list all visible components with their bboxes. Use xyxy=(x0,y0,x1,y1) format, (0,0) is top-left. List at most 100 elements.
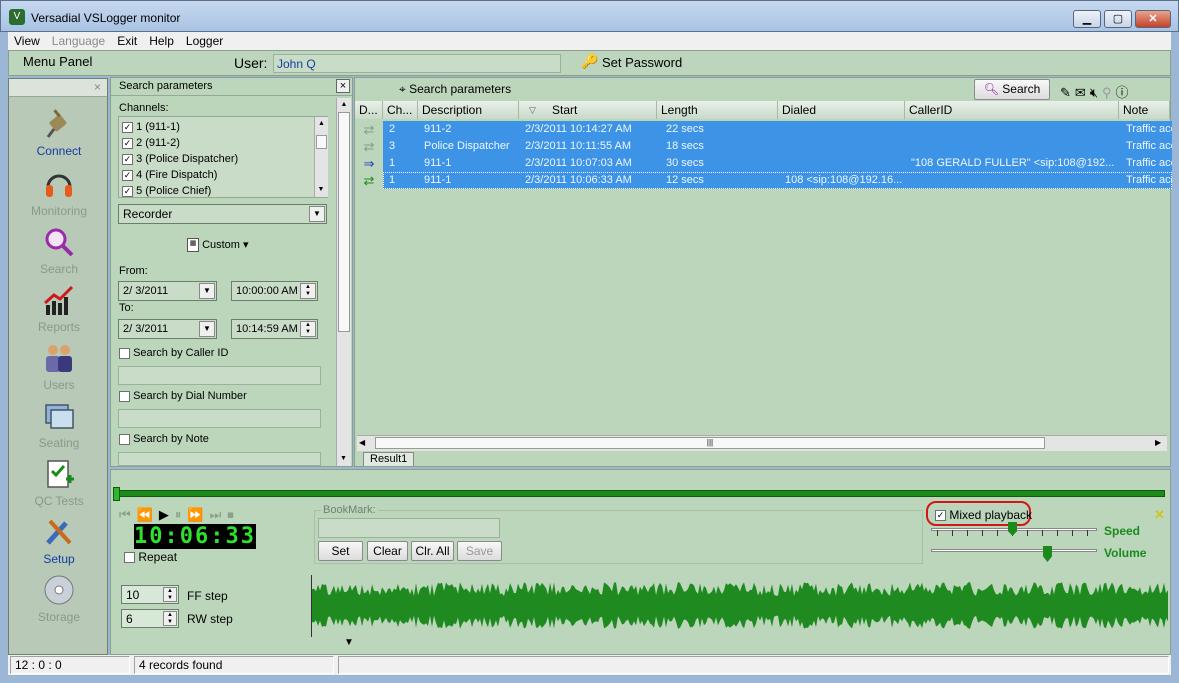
edit-icon[interactable]: ✎ xyxy=(1060,85,1075,100)
nav-reports[interactable]: Reports xyxy=(9,281,109,339)
menu-language[interactable]: Language xyxy=(46,32,111,50)
scroll-thumb[interactable] xyxy=(338,112,350,332)
col-description[interactable]: Description xyxy=(418,101,519,119)
position-thumb[interactable] xyxy=(113,487,120,501)
clear-all-bookmarks-button[interactable]: Clr. All xyxy=(411,541,454,561)
expand-icon[interactable]: ✕ xyxy=(1154,507,1165,523)
search-panel-scrollbar[interactable]: ▲ ▼ xyxy=(336,98,351,466)
save-bookmark-button[interactable]: Save xyxy=(457,541,502,561)
mixed-playback-option[interactable]: ✓ Mixed playback xyxy=(935,508,1032,522)
nav-users[interactable]: Users xyxy=(9,339,109,397)
clear-bookmark-button[interactable]: Clear xyxy=(367,541,408,561)
caller-checkbox[interactable] xyxy=(119,347,130,359)
to-time-field[interactable]: 10:14:59 AM ▲ ▼ xyxy=(231,319,318,339)
bookmark-input[interactable] xyxy=(318,518,500,538)
ff-step-field[interactable]: 10 ▲ ▼ xyxy=(121,585,179,604)
mixed-playback-checkbox[interactable]: ✓ xyxy=(935,510,946,522)
menu-exit[interactable]: Exit xyxy=(111,32,143,50)
channel-item[interactable]: ✓ 2 (911-2) xyxy=(122,135,238,151)
position-bar[interactable] xyxy=(115,490,1165,497)
channel-checkbox[interactable]: ✓ xyxy=(122,153,133,165)
dial-number-input[interactable] xyxy=(118,409,321,428)
scroll-up-icon[interactable]: ▲ xyxy=(315,117,328,131)
close-window-button[interactable]: ✕ xyxy=(1135,10,1171,28)
waveform[interactable] xyxy=(312,575,1168,637)
minimize-button[interactable]: ▁ xyxy=(1073,10,1101,28)
channel-item[interactable]: ✓ 3 (Police Dispatcher) xyxy=(122,151,238,167)
caller-id-input[interactable] xyxy=(118,366,321,385)
set-password-button[interactable]: Set Password xyxy=(602,55,682,70)
nav-qc-tests[interactable]: QC Tests xyxy=(9,455,109,513)
scroll-left-icon[interactable]: ◀ xyxy=(359,438,365,447)
col-dialed[interactable]: Dialed xyxy=(778,101,905,119)
speed-thumb[interactable] xyxy=(1008,522,1017,536)
result-tab[interactable]: Result1 xyxy=(363,452,415,466)
scroll-up-icon[interactable]: ▲ xyxy=(337,98,351,112)
search-by-caller-option[interactable]: Search by Caller ID xyxy=(119,347,228,359)
pin-icon[interactable]: ⚲ xyxy=(1102,85,1116,100)
search-by-note-option[interactable]: Search by Note xyxy=(119,433,209,445)
channels-list[interactable]: ✓ 1 (911-1) ✓ 2 (911-2) ✓ 3 (Police Disp… xyxy=(118,116,328,198)
fast-forward-icon[interactable]: ⏩ xyxy=(187,507,209,522)
to-date-picker[interactable]: 2/ 3/2011 ▼ xyxy=(118,319,217,339)
channel-item[interactable]: ✓ 4 (Fire Dispatch) xyxy=(122,167,238,183)
channel-item[interactable]: ✓ 1 (911-1) xyxy=(122,119,238,135)
spinner-icon[interactable]: ▲ ▼ xyxy=(300,283,316,299)
scroll-right-icon[interactable]: ▶ xyxy=(1155,438,1161,447)
info-icon[interactable]: ⓘ xyxy=(1116,85,1133,100)
repeat-checkbox[interactable] xyxy=(124,552,135,564)
channel-checkbox[interactable]: ✓ xyxy=(122,121,133,133)
table-row[interactable]: 1 911-1 2/3/2011 10:06:33 AM 12 secs 108 <si… xyxy=(383,172,1172,189)
scroll-thumb[interactable] xyxy=(316,135,327,149)
speaker-mute-icon[interactable]: 🔇︎ xyxy=(1090,85,1102,100)
spinner-icon[interactable]: ▲ ▼ xyxy=(300,321,316,337)
nav-seating[interactable]: Seating xyxy=(9,397,109,455)
nav-search[interactable]: Search xyxy=(9,223,109,281)
col-length[interactable]: Length xyxy=(657,101,778,119)
nav-connect[interactable]: Connect xyxy=(9,105,109,163)
channel-item[interactable]: ✓ 5 (Police Chief) xyxy=(122,183,238,199)
dial-checkbox[interactable] xyxy=(119,390,130,402)
table-row[interactable]: 3 Police Dispatcher 2/3/2011 10:11:55 AM 18… xyxy=(383,138,1172,155)
rewind-icon[interactable]: ⏪ xyxy=(137,507,159,522)
col-direction[interactable]: D... xyxy=(355,101,383,119)
col-start[interactable]: ▽ Start xyxy=(519,101,657,119)
spinner-icon[interactable]: ▲ ▼ xyxy=(163,611,177,626)
speed-slider[interactable] xyxy=(931,522,1097,546)
user-field[interactable]: John Q xyxy=(273,54,561,73)
rw-step-field[interactable]: 6 ▲ ▼ xyxy=(121,609,179,628)
play-icon[interactable]: ▶ xyxy=(159,507,175,522)
menu-view[interactable]: View xyxy=(8,32,46,50)
search-button[interactable]: 🔍︎ Search xyxy=(974,79,1050,100)
channels-scrollbar[interactable]: ▲ ▼ xyxy=(314,117,328,197)
results-hscrollbar[interactable]: ◀ ||| ▶ xyxy=(357,435,1167,451)
col-callerid[interactable]: CallerID xyxy=(905,101,1119,119)
nav-setup[interactable]: Setup xyxy=(9,513,109,571)
close-search-panel-icon[interactable]: × xyxy=(336,79,350,93)
recorder-select[interactable]: Recorder ▼ xyxy=(118,204,327,224)
set-bookmark-button[interactable]: Set xyxy=(318,541,363,561)
table-row[interactable]: 1 911-1 2/3/2011 10:07:03 AM 30 secs "108 GE… xyxy=(383,155,1172,172)
note-input[interactable] xyxy=(118,452,321,466)
volume-slider[interactable] xyxy=(931,546,1097,564)
col-note[interactable]: Note xyxy=(1119,101,1170,119)
scroll-down-icon[interactable]: ▼ xyxy=(337,452,350,466)
spinner-icon[interactable]: ▲ ▼ xyxy=(163,587,177,602)
menu-logger[interactable]: Logger xyxy=(180,32,229,50)
nav-storage[interactable]: Storage xyxy=(9,571,109,629)
menu-help[interactable]: Help xyxy=(143,32,180,50)
note-checkbox[interactable] xyxy=(119,433,130,445)
skip-back-icon[interactable]: ⏮ xyxy=(119,507,137,522)
scroll-thumb[interactable]: ||| xyxy=(375,437,1045,449)
repeat-option[interactable]: Repeat xyxy=(124,550,177,564)
channel-checkbox[interactable]: ✓ xyxy=(122,185,133,197)
pause-icon[interactable]: ⏸ xyxy=(175,507,188,522)
maximize-button[interactable]: ▢ xyxy=(1104,10,1132,28)
volume-thumb[interactable] xyxy=(1043,546,1052,562)
skip-forward-icon[interactable]: ⏭ xyxy=(210,507,228,522)
custom-dropdown[interactable]: ▦ Custom ▾ xyxy=(187,238,249,253)
from-time-field[interactable]: 10:00:00 AM ▲ ▼ xyxy=(231,281,318,301)
scroll-down-icon[interactable]: ▼ xyxy=(315,183,327,197)
channel-checkbox[interactable]: ✓ xyxy=(122,137,133,149)
col-channel[interactable]: Ch... xyxy=(383,101,418,119)
